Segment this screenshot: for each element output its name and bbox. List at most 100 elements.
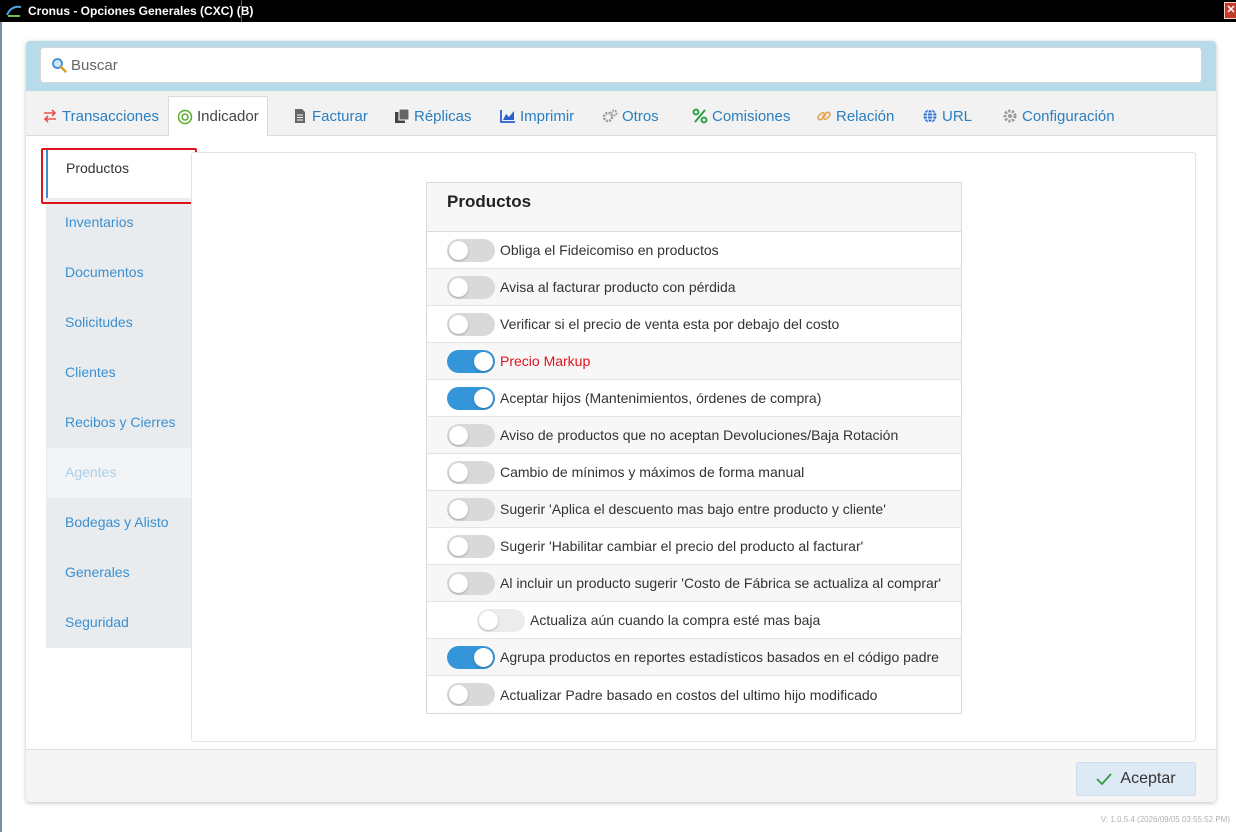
option-label: Actualizar Padre basado en costos del ul…	[500, 686, 878, 703]
option-row: Al incluir un producto sugerir 'Costo de…	[427, 565, 961, 602]
sidebar-item-documentos[interactable]: Documentos	[46, 248, 191, 298]
option-label: Precio Markup	[500, 353, 591, 369]
option-label: Actualiza aún cuando la compra esté mas …	[530, 612, 821, 628]
tab-label: Configuración	[1022, 107, 1115, 125]
title-divider	[241, 0, 242, 22]
dialog-footer: Aceptar	[26, 749, 1216, 802]
tab-indicador[interactable]: Indicador	[168, 96, 268, 137]
tab-content: Productos Inventarios Documentos Solicit…	[26, 136, 1216, 749]
toggle-switch[interactable]	[447, 386, 495, 410]
option-label: Al incluir un producto sugerir 'Costo de…	[500, 575, 942, 591]
option-label: Sugerir 'Habilitar cambiar el precio del…	[500, 538, 864, 554]
tab-otros[interactable]: Otros	[594, 96, 667, 136]
percent-icon	[692, 108, 708, 124]
toggle-switch[interactable]	[447, 238, 495, 262]
search-band	[26, 41, 1216, 91]
tab-label: Facturar	[312, 107, 368, 125]
toggle-switch[interactable]	[447, 683, 495, 706]
toggle-switch[interactable]	[447, 534, 495, 558]
sidebar-item-generales[interactable]: Generales	[46, 548, 191, 598]
copy-icon	[395, 108, 410, 123]
option-row: Agrupa productos en reportes estadístico…	[427, 639, 961, 676]
window-title-bar: Cronus - Opciones Generales (CXC) (B) ✕	[0, 0, 1236, 22]
option-row: Sugerir 'Habilitar cambiar el precio del…	[427, 528, 961, 565]
app-icon	[6, 5, 22, 17]
accept-button[interactable]: Aceptar	[1076, 762, 1196, 796]
close-button[interactable]: ✕	[1224, 2, 1236, 19]
chart-icon	[500, 110, 515, 123]
tab-relacion[interactable]: Relación	[808, 96, 902, 136]
sidebar-item-clientes[interactable]: Clientes	[46, 348, 191, 398]
toggle-switch[interactable]	[447, 645, 495, 669]
option-row: Actualizar Padre basado en costos del ul…	[427, 676, 961, 713]
option-label: Avisa al facturar producto con pérdida	[500, 279, 736, 295]
toggle-switch[interactable]	[447, 349, 495, 373]
search-box[interactable]	[40, 47, 1202, 83]
toggle-switch[interactable]	[447, 312, 495, 336]
option-row: Sugerir 'Aplica el descuento mas bajo en…	[427, 491, 961, 528]
window-border	[0, 22, 2, 832]
document-icon	[295, 109, 305, 123]
tab-label: Relación	[836, 107, 895, 125]
sidebar-item-solicitudes[interactable]: Solicitudes	[46, 298, 191, 348]
option-row: Obliga el Fideicomiso en productos	[427, 232, 961, 269]
selection-highlight	[41, 148, 197, 204]
sidebar: Productos Inventarios Documentos Solicit…	[46, 148, 191, 648]
option-row: Aceptar hijos (Mantenimientos, órdenes d…	[427, 380, 961, 417]
window-title: Cronus - Opciones Generales (CXC) (B)	[28, 4, 254, 18]
toggle-switch[interactable]	[447, 423, 495, 447]
option-label: Aceptar hijos (Mantenimientos, órdenes d…	[500, 390, 822, 406]
toggle-switch[interactable]	[447, 571, 495, 595]
tab-bar: Transacciones Indicador Facturar Réplica…	[26, 91, 1216, 137]
search-icon	[52, 58, 67, 73]
globe-icon	[923, 109, 937, 123]
search-input[interactable]	[71, 54, 1171, 76]
tab-label: Imprimir	[520, 107, 575, 125]
option-label: Obliga el Fideicomiso en productos	[500, 242, 719, 258]
transfer-icon	[43, 109, 57, 123]
option-row: Aviso de productos que no aceptan Devolu…	[427, 417, 961, 454]
tab-url[interactable]: URL	[914, 96, 980, 136]
gears-icon	[602, 109, 618, 123]
sidebar-item-bodegas-alisto[interactable]: Bodegas y Alisto	[46, 498, 191, 548]
gear-icon	[1003, 109, 1017, 123]
tab-comisiones[interactable]: Comisiones	[684, 96, 798, 136]
link-icon	[817, 111, 831, 121]
target-icon	[177, 109, 193, 124]
tab-replicas[interactable]: Réplicas	[386, 96, 480, 136]
sidebar-item-seguridad[interactable]: Seguridad	[46, 598, 191, 648]
sidebar-item-agentes: Agentes	[46, 448, 191, 498]
tab-label: Comisiones	[712, 107, 791, 125]
check-icon	[1096, 773, 1113, 786]
tab-label: Réplicas	[414, 107, 472, 125]
tab-label: URL	[942, 107, 973, 125]
option-label: Verificar si el precio de venta esta por…	[500, 316, 840, 332]
option-label: Agrupa productos en reportes estadístico…	[500, 649, 939, 665]
toggle-switch	[477, 608, 525, 632]
option-row: Verificar si el precio de venta esta por…	[427, 306, 961, 343]
option-row: Avisa al facturar producto con pérdida	[427, 269, 961, 306]
option-label: Sugerir 'Aplica el descuento mas bajo en…	[500, 501, 886, 517]
toggle-switch[interactable]	[447, 497, 495, 521]
option-label: Cambio de mínimos y máximos de forma man…	[500, 464, 805, 480]
productos-card: Productos Obliga el Fideicomiso en produ…	[426, 182, 962, 714]
option-row-sub: Actualiza aún cuando la compra esté mas …	[427, 602, 961, 639]
tab-imprimir[interactable]: Imprimir	[492, 96, 582, 136]
tab-transacciones[interactable]: Transacciones	[34, 96, 167, 136]
sidebar-item-recibos-cierres[interactable]: Recibos y Cierres	[46, 398, 191, 448]
version-text: V: 1.0.5.4 (2026/09/05 03:55:52 PM)	[1100, 815, 1230, 824]
sidebar-item-inventarios[interactable]: Inventarios	[46, 198, 191, 248]
card-title: Productos	[427, 183, 961, 232]
toggle-switch[interactable]	[447, 460, 495, 484]
option-row: Precio Markup	[427, 343, 961, 380]
tab-label: Indicador	[197, 108, 259, 125]
option-row: Cambio de mínimos y máximos de forma man…	[427, 454, 961, 491]
tab-facturar[interactable]: Facturar	[284, 96, 376, 136]
tab-label: Transacciones	[62, 107, 159, 125]
accept-label: Aceptar	[1120, 770, 1176, 787]
option-label: Aviso de productos que no aceptan Devolu…	[500, 427, 899, 443]
tab-configuracion[interactable]: Configuración	[994, 96, 1123, 136]
options-panel: Transacciones Indicador Facturar Réplica…	[26, 41, 1216, 802]
tab-label: Otros	[622, 107, 659, 125]
toggle-switch[interactable]	[447, 275, 495, 299]
